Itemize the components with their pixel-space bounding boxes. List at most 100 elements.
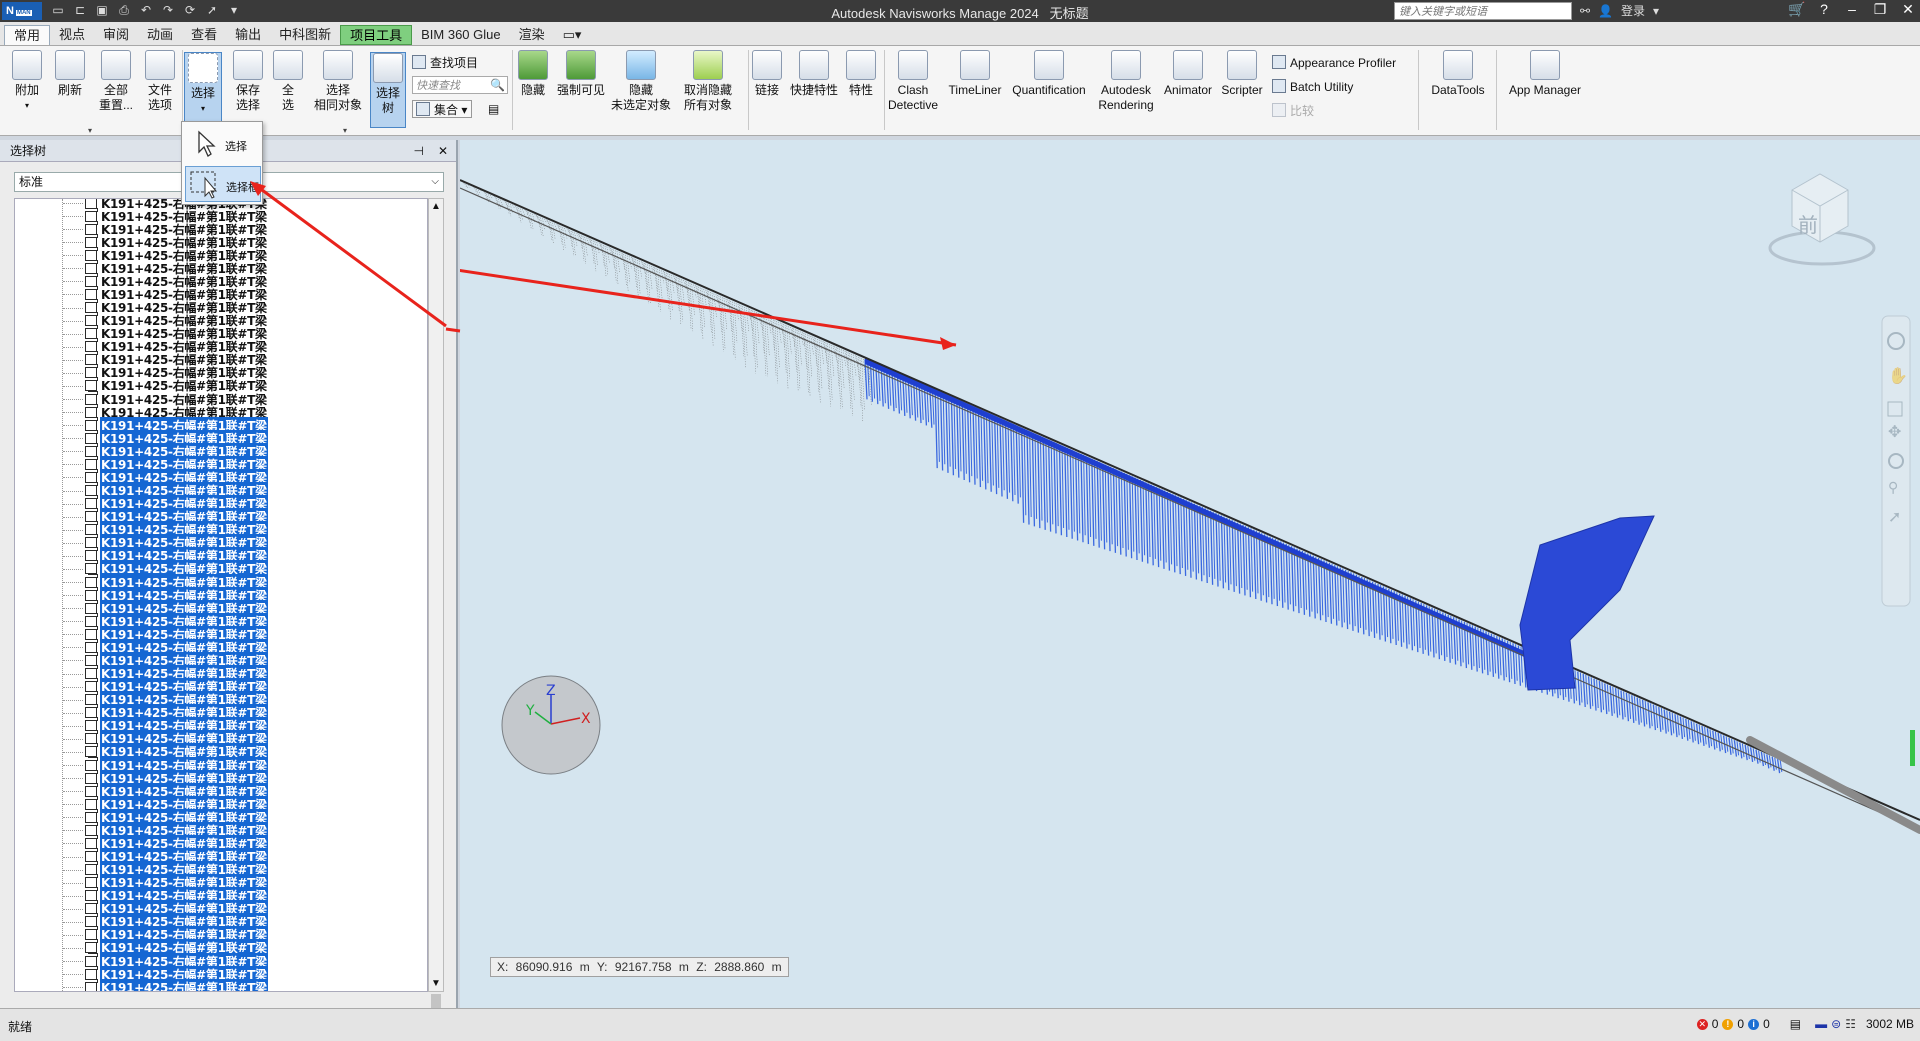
quick-properties-button[interactable]: 快捷特性 xyxy=(788,50,840,98)
quick-find-search-icon[interactable]: 🔍 xyxy=(490,76,505,94)
select-panel-expander[interactable]: ▾ xyxy=(343,126,347,135)
tab-bim360-glue[interactable]: BIM 360 Glue xyxy=(412,25,510,45)
print-icon[interactable]: ⎙ xyxy=(116,2,132,18)
tab-render[interactable]: 渲染 xyxy=(510,25,554,45)
appearance-profiler-button[interactable]: Appearance Profiler xyxy=(1272,54,1396,72)
animator-button[interactable]: Animator xyxy=(1160,50,1216,98)
select-all-button[interactable]: 全 选 xyxy=(272,50,304,113)
login-link[interactable]: 登录 xyxy=(1621,2,1645,20)
properties-button[interactable]: 特性 xyxy=(846,50,876,98)
info-icon[interactable]: i xyxy=(1748,1018,1760,1030)
unhide-all-button[interactable]: 取消隐藏 所有对象 xyxy=(678,50,738,113)
user-icon[interactable]: 👤 xyxy=(1598,2,1613,20)
timeliner-button[interactable]: TimeLiner xyxy=(946,50,1004,98)
help-icon[interactable]: ? xyxy=(1816,1,1832,18)
save-selection-button[interactable]: 保存 选择 xyxy=(228,50,268,113)
new-file-icon[interactable]: ▭ xyxy=(50,2,66,18)
autodesk-rendering-button[interactable]: Autodesk Rendering xyxy=(1094,50,1158,113)
tab-output[interactable]: 输出 xyxy=(226,25,270,45)
selected-pier xyxy=(1282,542,1286,603)
file-options-button[interactable]: 文件 选项 xyxy=(142,50,178,113)
tab-zhongke[interactable]: 中科图新 xyxy=(270,25,340,45)
reset-icon xyxy=(101,50,131,80)
orbit-icon[interactable]: ✥ xyxy=(1888,424,1901,441)
find-items-button[interactable]: 查找项目 xyxy=(412,54,478,72)
datatools-button[interactable]: DataTools xyxy=(1426,50,1490,98)
select-nav-icon[interactable]: ➚ xyxy=(1888,509,1901,526)
open-file-icon[interactable]: ⊏ xyxy=(72,2,88,18)
select-cursor-icon[interactable]: ➚ xyxy=(204,2,220,18)
app-manager-icon xyxy=(1530,50,1560,80)
select-button[interactable]: 选择 ▾ xyxy=(184,52,222,122)
error-icon[interactable]: ✕ xyxy=(1696,1018,1708,1030)
wireframe-pier xyxy=(636,257,641,294)
hide-button[interactable]: 隐藏 xyxy=(518,50,548,98)
tree-connector xyxy=(63,673,83,675)
selected-pier xyxy=(1641,699,1646,727)
selected-pier xyxy=(1663,709,1667,734)
clash-detective-button[interactable]: Clash Detective xyxy=(886,50,940,113)
selection-tree-button[interactable]: 选择 树 xyxy=(370,52,406,128)
scroll-thumb[interactable] xyxy=(431,994,441,1008)
append-button[interactable]: 附加 ▾ xyxy=(10,50,44,113)
tab-view[interactable]: 查看 xyxy=(182,25,226,45)
refresh-icon[interactable]: ⟳ xyxy=(182,2,198,18)
minimize-button[interactable]: – xyxy=(1844,1,1860,18)
maximize-button[interactable]: ❐ xyxy=(1872,1,1888,18)
help-search-input[interactable]: 键入关键字或短语 xyxy=(1394,2,1572,20)
status-bar: 就绪 ✕ 0 ! 0 i 0 ▤ ▬ ⊜ ☷ 3002 MB xyxy=(0,1008,1920,1041)
app-logo[interactable]: N MAN xyxy=(2,2,42,20)
tab-review[interactable]: 审阅 xyxy=(94,25,138,45)
close-button[interactable]: ✕ xyxy=(1900,1,1916,18)
redo-icon[interactable]: ↷ xyxy=(160,2,176,18)
menu-item-select[interactable]: 选择 xyxy=(185,126,261,162)
tab-animation[interactable]: 动画 xyxy=(138,25,182,45)
refresh-button[interactable]: 刷新 xyxy=(52,50,88,98)
app-manager-button[interactable]: App Manager xyxy=(1502,50,1588,98)
binoculars-icon[interactable]: ⚯ xyxy=(1580,2,1590,20)
batch-utility-button[interactable]: Batch Utility xyxy=(1272,78,1353,96)
viewcube[interactable]: 前 xyxy=(1768,173,1876,266)
selected-pier xyxy=(1660,708,1664,730)
links-button[interactable]: 链接 xyxy=(752,50,782,98)
pin-icon[interactable]: ⊣ xyxy=(413,140,423,162)
wireframe-pier xyxy=(658,267,663,300)
reset-all-button[interactable]: 全部 重置... xyxy=(94,50,138,113)
scripter-button[interactable]: Scripter xyxy=(1218,50,1266,98)
pan-icon[interactable]: ✋ xyxy=(1888,366,1908,385)
save-icon[interactable]: ▣ xyxy=(94,2,110,18)
tree-item[interactable]: K191+425-右幅#第1联#T梁 xyxy=(63,978,268,991)
undo-icon[interactable]: ↶ xyxy=(138,2,154,18)
hide-unselected-button[interactable]: 隐藏 未选定对象 xyxy=(608,50,674,113)
project-panel-expander[interactable]: ▾ xyxy=(88,126,92,135)
require-button[interactable]: 强制可见 xyxy=(554,50,608,98)
panel-close-icon[interactable]: ✕ xyxy=(438,140,448,162)
menu-item-select-box[interactable]: 选择框 xyxy=(185,166,261,202)
select-same-button[interactable]: 选择 相同对象 xyxy=(312,50,364,113)
tab-home[interactable]: 常用 xyxy=(4,25,51,45)
manage-sets-icon[interactable]: ▤ xyxy=(488,100,499,118)
sets-dropdown[interactable]: 集合 ▾ xyxy=(412,100,472,118)
warning-icon[interactable]: ! xyxy=(1722,1018,1734,1030)
customize-qat-icon[interactable]: ▾ xyxy=(226,2,242,18)
walk-icon[interactable]: ⚲ xyxy=(1888,479,1898,495)
tree-scrollbar[interactable]: ▲ ▼ xyxy=(428,198,444,1008)
dropdown-icon[interactable]: ▾ xyxy=(1653,2,1659,20)
tab-item-tools[interactable]: 项目工具 xyxy=(340,25,413,45)
tab-viewpoint[interactable]: 视点 xyxy=(50,25,94,45)
selected-pier xyxy=(1617,689,1621,716)
tree-connector xyxy=(63,608,83,610)
sheet-browser-icon[interactable]: ▤ xyxy=(1790,1017,1801,1031)
scroll-up-icon[interactable]: ▲ xyxy=(429,201,443,212)
selected-pier xyxy=(1209,510,1214,585)
cart-icon[interactable]: 🛒 xyxy=(1788,1,1805,18)
selected-pier xyxy=(1010,423,1014,502)
selected-pier xyxy=(1587,676,1592,709)
quantification-button[interactable]: Quantification xyxy=(1008,50,1090,98)
tree-connector xyxy=(63,961,83,963)
tree-connector xyxy=(63,582,83,584)
scroll-down-icon[interactable]: ▼ xyxy=(429,978,443,989)
3d-viewport[interactable]: 前 ✋ ✥ ⚲ ➚ Z X Y X: 86090.916 m Y: 92167.… xyxy=(460,140,1920,1008)
compare-button[interactable]: 比较 xyxy=(1272,102,1314,120)
tab-extra-dropdown[interactable]: ▭▾ xyxy=(554,25,591,45)
